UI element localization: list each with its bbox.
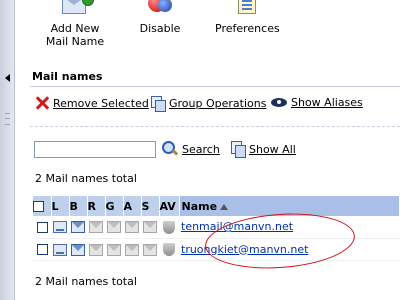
- add-mail-name-label: Add New Mail Name: [45, 22, 105, 48]
- header-b[interactable]: B: [69, 196, 88, 216]
- groups-icon[interactable]: [107, 221, 121, 234]
- row-checkbox[interactable]: [36, 244, 48, 255]
- table-row: tenmail@manvn.net: [33, 216, 400, 239]
- preferences-label: Preferences: [215, 22, 280, 35]
- collapse-arrow-icon[interactable]: [5, 74, 10, 82]
- add-mail-name-button[interactable]: Add New Mail Name: [42, 0, 108, 48]
- total-count-top: 2 Mail names total: [35, 172, 137, 185]
- section-divider: [30, 86, 400, 87]
- dashed-divider: [30, 126, 400, 127]
- table-row: truongkiet@manvn.net: [33, 238, 400, 261]
- antivirus-shield-icon[interactable]: [163, 242, 175, 256]
- mailbox-cell: [51, 238, 69, 261]
- mailbox-icon[interactable]: [53, 221, 67, 234]
- spam-filter-icon[interactable]: [143, 243, 157, 256]
- search-label: Search: [182, 142, 220, 156]
- mail-name-link[interactable]: truongkiet@manvn.net: [179, 243, 308, 256]
- name-cell: tenmail@manvn.net: [179, 216, 400, 239]
- antivirus-cell: [159, 238, 179, 261]
- total-count-bottom: 2 Mail names total: [35, 275, 137, 288]
- sort-ascending-icon: [220, 203, 229, 210]
- mailgroup-icon[interactable]: [71, 221, 85, 234]
- search-input[interactable]: [34, 141, 156, 158]
- disable-label: Disable: [139, 22, 181, 35]
- main-content: Add New Mail Name Disable Preferences Ma…: [15, 0, 400, 300]
- row-select-cell: [33, 238, 51, 261]
- search-icon: [162, 141, 178, 157]
- preferences-button[interactable]: Preferences: [215, 0, 280, 35]
- disable-button[interactable]: Disable: [135, 0, 185, 35]
- table-header-row: L B R G A S AV Name: [33, 196, 400, 216]
- header-s[interactable]: S: [141, 196, 160, 216]
- autoresponder-cell: [123, 216, 141, 239]
- show-all-icon: [231, 141, 246, 158]
- search-button[interactable]: Search: [162, 141, 220, 157]
- antivirus-shield-icon[interactable]: [163, 220, 175, 234]
- mailgroup-icon[interactable]: [71, 243, 85, 256]
- show-aliases-label: Show Aliases: [291, 96, 363, 109]
- autoresponder-icon[interactable]: [125, 243, 139, 256]
- mailgroup-cell: [69, 216, 87, 239]
- add-envelope-icon: [62, 0, 94, 20]
- header-name-label: Name: [181, 199, 218, 213]
- header-g[interactable]: G: [105, 196, 124, 216]
- autoresponder-cell: [123, 238, 141, 261]
- disable-icon: [146, 0, 174, 20]
- redirect-icon[interactable]: [89, 221, 103, 234]
- select-all-checkbox[interactable]: [33, 201, 44, 212]
- header-av[interactable]: AV: [159, 196, 180, 216]
- select-all-header: [33, 196, 52, 216]
- left-panel-strip: [0, 0, 15, 300]
- mailgroup-cell: [69, 238, 87, 261]
- groups-icon[interactable]: [107, 243, 121, 256]
- name-cell: truongkiet@manvn.net: [179, 238, 400, 261]
- remove-x-icon: [35, 96, 49, 110]
- show-all-label: Show All: [249, 142, 296, 156]
- redirect-cell: [87, 216, 105, 239]
- spam-filter-icon[interactable]: [143, 221, 157, 234]
- show-aliases-button[interactable]: Show Aliases: [271, 96, 363, 109]
- group-operations-button[interactable]: Group Operations: [151, 96, 267, 112]
- header-name[interactable]: Name: [179, 196, 400, 216]
- preferences-icon: [236, 0, 258, 20]
- group-operations-icon: [151, 96, 166, 112]
- remove-selected-label: Remove Selected: [53, 96, 149, 110]
- section-title: Mail names: [32, 70, 103, 83]
- resize-grip-icon[interactable]: [5, 113, 10, 125]
- mailbox-cell: [51, 216, 69, 239]
- redirect-icon[interactable]: [89, 243, 103, 256]
- row-checkbox[interactable]: [36, 221, 48, 233]
- mail-name-link[interactable]: tenmail@manvn.net: [179, 220, 293, 233]
- groups-cell: [105, 216, 123, 239]
- spam-cell: [141, 238, 159, 261]
- header-l[interactable]: L: [51, 196, 70, 216]
- header-r[interactable]: R: [87, 196, 106, 216]
- spam-cell: [141, 216, 159, 239]
- header-a[interactable]: A: [123, 196, 142, 216]
- autoresponder-icon[interactable]: [125, 221, 139, 234]
- remove-selected-button[interactable]: Remove Selected: [35, 96, 149, 110]
- row-select-cell: [33, 216, 51, 239]
- antivirus-cell: [159, 216, 179, 239]
- groups-cell: [105, 238, 123, 261]
- group-operations-label: Group Operations: [169, 96, 267, 110]
- redirect-cell: [87, 238, 105, 261]
- mailbox-icon[interactable]: [53, 243, 67, 256]
- eye-icon: [271, 98, 287, 107]
- show-all-button[interactable]: Show All: [231, 141, 296, 158]
- mail-names-table: L B R G A S AV Name tenmail@manvn.net tr…: [33, 196, 400, 261]
